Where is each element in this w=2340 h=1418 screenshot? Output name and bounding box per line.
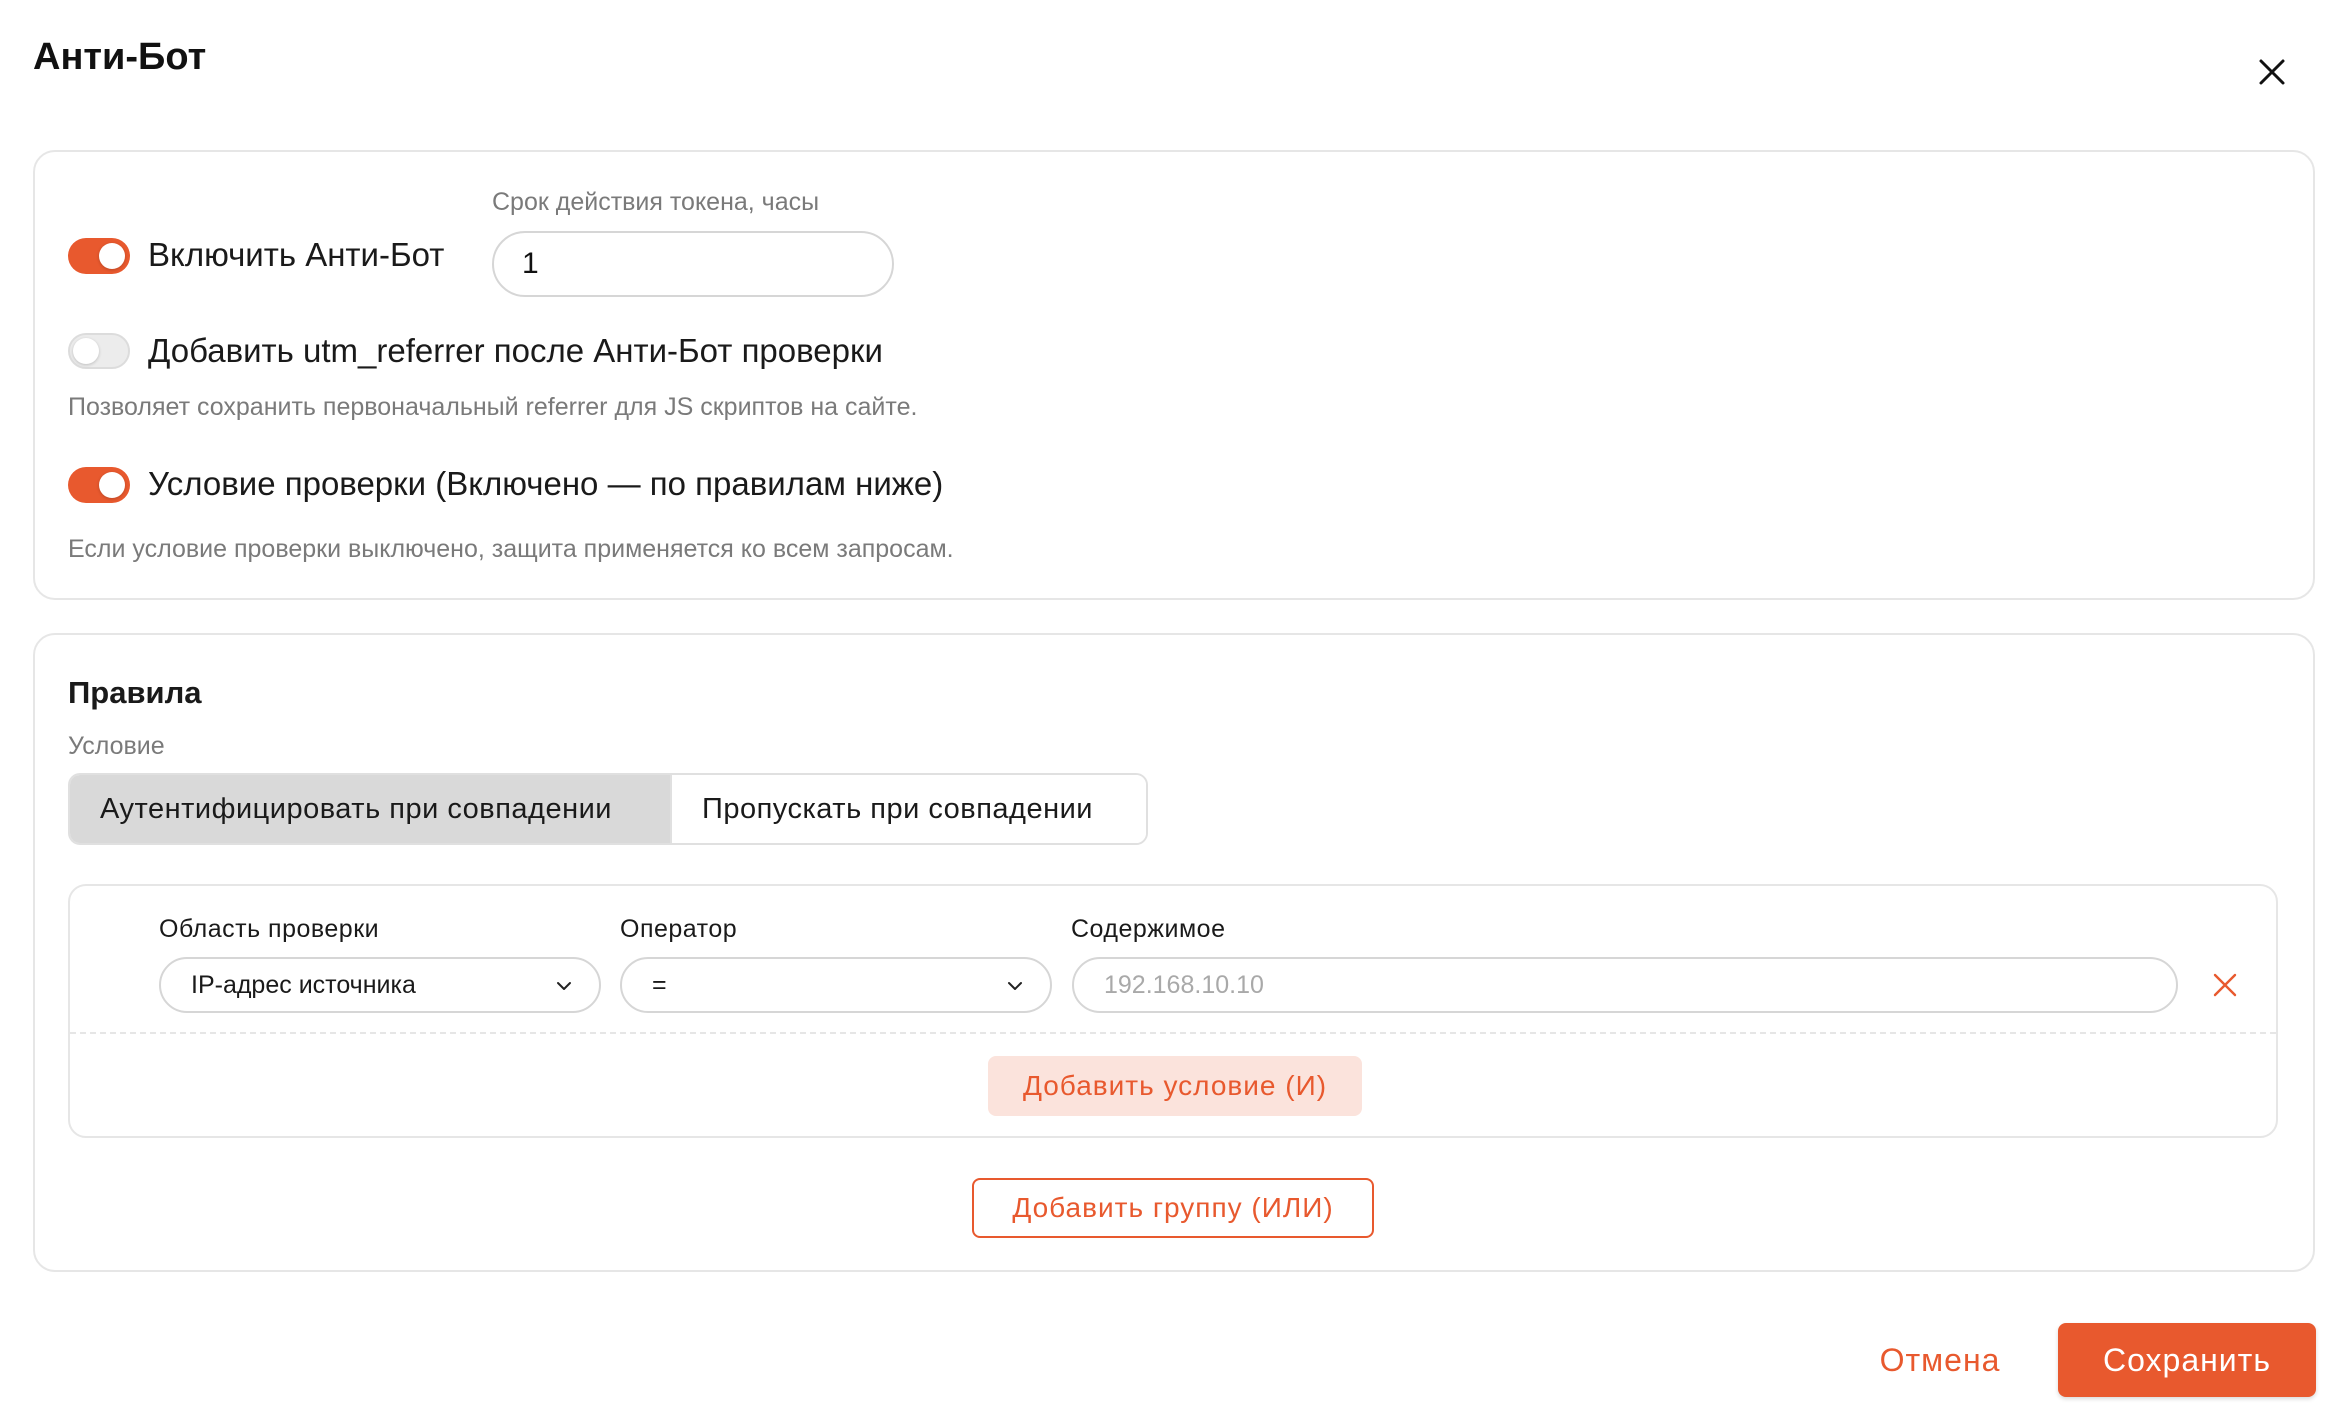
- content-label: Содержимое: [1071, 915, 1226, 943]
- check-condition-toggle[interactable]: [68, 467, 130, 503]
- operator-select[interactable]: =: [620, 957, 1052, 1013]
- group-divider: [70, 1032, 2276, 1034]
- operator-label: Оператор: [620, 915, 738, 943]
- dialog-title: Анти-Бот: [33, 36, 207, 78]
- utm-referrer-hint: Позволяет сохранить первоначальный refer…: [68, 393, 918, 421]
- rules-card: Правила Условие Аутентифицировать при со…: [33, 633, 2315, 1272]
- remove-condition-button[interactable]: [2210, 970, 2240, 1000]
- token-lifetime-label: Срок действия токена, часы: [492, 188, 820, 216]
- toggle-knob: [73, 338, 99, 364]
- cancel-button[interactable]: Отмена: [1860, 1323, 2020, 1397]
- antibot-dialog: Анти-Бот Включить Анти-Бот Срок действия…: [0, 0, 2340, 1418]
- close-button[interactable]: [2252, 52, 2292, 92]
- enable-antibot-toggle[interactable]: [68, 238, 130, 274]
- utm-referrer-toggle[interactable]: [68, 333, 130, 369]
- operator-select-value: =: [652, 970, 667, 999]
- chevron-down-icon: [557, 982, 571, 990]
- utm-referrer-label: Добавить utm_referrer после Анти-Бот про…: [148, 332, 883, 369]
- settings-card: Включить Анти-Бот Срок действия токена, …: [33, 150, 2315, 600]
- check-condition-label: Условие проверки (Включено — по правилам…: [148, 465, 944, 502]
- condition-option-authenticate[interactable]: Аутентифицировать при совпадении: [70, 775, 670, 843]
- scope-select-value: IP-адрес источника: [191, 970, 416, 999]
- toggle-knob: [99, 472, 125, 498]
- content-input[interactable]: [1072, 957, 2178, 1013]
- condition-option-skip[interactable]: Пропускать при совпадении: [670, 775, 1146, 843]
- token-lifetime-input[interactable]: [492, 231, 894, 297]
- condition-segmented-control: Аутентифицировать при совпадении Пропуск…: [68, 773, 1148, 845]
- close-icon: [2259, 59, 2285, 85]
- add-condition-button[interactable]: Добавить условие (И): [988, 1056, 1362, 1116]
- close-icon: [2213, 973, 2237, 997]
- scope-label: Область проверки: [159, 915, 380, 943]
- rules-title: Правила: [68, 675, 202, 710]
- toggle-knob: [99, 243, 125, 269]
- rule-group: Область проверки Оператор Содержимое IP-…: [68, 884, 2278, 1138]
- scope-select[interactable]: IP-адрес источника: [159, 957, 601, 1013]
- add-group-button[interactable]: Добавить группу (ИЛИ): [972, 1178, 1374, 1238]
- condition-label: Условие: [68, 732, 165, 760]
- enable-antibot-label: Включить Анти-Бот: [148, 236, 445, 273]
- chevron-down-icon: [1008, 982, 1022, 990]
- check-condition-hint: Если условие проверки выключено, защита …: [68, 535, 954, 563]
- save-button[interactable]: Сохранить: [2058, 1323, 2316, 1397]
